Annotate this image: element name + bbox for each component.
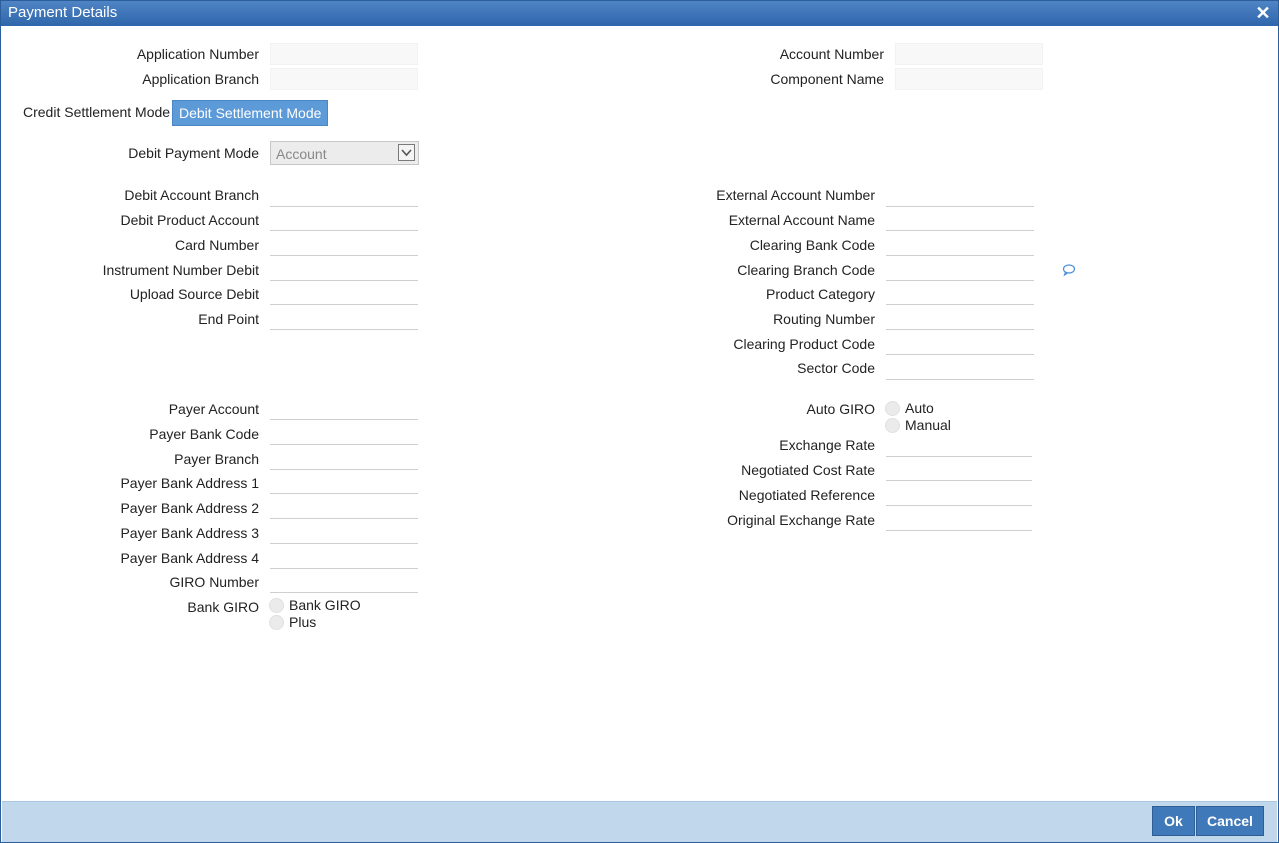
debit-payment-mode-label: Debit Payment Mode <box>128 145 259 161</box>
giro-number-label: GIRO Number <box>169 574 259 590</box>
instrument-number-debit-label: Instrument Number Debit <box>102 262 259 278</box>
debit-payment-mode-value: Account <box>276 146 327 162</box>
payer-bank-code-input[interactable] <box>270 422 418 445</box>
payer-bank-address-3-label: Payer Bank Address 3 <box>120 525 259 541</box>
routing-number-label: Routing Number <box>773 311 875 327</box>
debit-product-account-label: Debit Product Account <box>120 212 259 228</box>
upload-source-debit-input[interactable] <box>270 282 418 305</box>
payer-bank-address-4-label: Payer Bank Address 4 <box>120 550 259 566</box>
negotiated-reference-label: Negotiated Reference <box>738 487 875 503</box>
exchange-rate-label: Exchange Rate <box>779 437 875 453</box>
clearing-product-code-input[interactable] <box>886 332 1034 355</box>
debit-account-branch-input[interactable] <box>270 184 418 207</box>
clearing-bank-code-input[interactable] <box>886 233 1034 256</box>
clearing-branch-code-input[interactable] <box>886 258 1034 281</box>
negotiated-cost-rate-label: Negotiated Cost Rate <box>741 462 875 478</box>
clearing-bank-code-label: Clearing Bank Code <box>749 237 875 253</box>
sector-code-input[interactable] <box>886 357 1034 380</box>
instrument-number-debit-input[interactable] <box>270 258 418 281</box>
title-bar: Payment Details ✕ <box>1 1 1278 26</box>
clearing-product-code-label: Clearing Product Code <box>733 336 875 352</box>
external-account-number-label: External Account Number <box>716 187 875 203</box>
bank-giro-radio[interactable] <box>269 598 284 613</box>
payment-details-window: Payment Details ✕ <box>0 0 1279 843</box>
negotiated-cost-rate-input[interactable] <box>886 458 1032 481</box>
exchange-rate-input[interactable] <box>886 434 1032 457</box>
end-point-label: End Point <box>198 311 259 327</box>
end-point-input[interactable] <box>270 307 418 330</box>
product-category-input[interactable] <box>886 282 1034 305</box>
debit-product-account-input[interactable] <box>270 208 418 231</box>
cancel-button[interactable]: Cancel <box>1196 806 1264 836</box>
original-exchange-rate-input[interactable] <box>886 508 1032 531</box>
payer-bank-code-label: Payer Bank Code <box>149 426 259 442</box>
application-number-field[interactable] <box>270 43 418 65</box>
ok-button[interactable]: Ok <box>1152 806 1195 836</box>
manual-option-label: Manual <box>905 417 951 433</box>
routing-number-input[interactable] <box>886 307 1034 330</box>
payer-account-input[interactable] <box>270 397 418 420</box>
original-exchange-rate-label: Original Exchange Rate <box>727 512 875 528</box>
close-icon[interactable]: ✕ <box>1254 3 1272 23</box>
giro-number-input[interactable] <box>270 570 418 593</box>
tab-debit-settlement-mode[interactable]: Debit Settlement Mode <box>172 100 329 126</box>
plus-option-label: Plus <box>289 614 317 630</box>
payer-branch-input[interactable] <box>270 447 418 470</box>
chevron-down-icon[interactable] <box>398 144 415 161</box>
external-account-name-input[interactable] <box>886 208 1034 231</box>
debit-account-branch-label: Debit Account Branch <box>124 187 259 203</box>
application-branch-label: Application Branch <box>142 71 259 87</box>
application-branch-field[interactable] <box>270 68 418 90</box>
card-number-label: Card Number <box>174 237 259 253</box>
payer-bank-address-1-input[interactable] <box>270 471 418 494</box>
payer-bank-address-2-input[interactable] <box>270 496 418 519</box>
upload-source-debit-label: Upload Source Debit <box>129 286 259 302</box>
account-number-field[interactable] <box>895 43 1043 65</box>
card-number-input[interactable] <box>270 233 418 256</box>
auto-radio[interactable] <box>885 401 900 416</box>
component-name-label: Component Name <box>770 71 884 87</box>
tab-credit-settlement-mode[interactable]: Credit Settlement Mode <box>17 100 176 124</box>
external-account-name-label: External Account Name <box>728 212 875 228</box>
bank-giro-option-label: Bank GIRO <box>289 597 361 613</box>
auto-option-label: Auto <box>905 400 934 416</box>
footer-bar <box>2 801 1277 842</box>
external-account-number-input[interactable] <box>886 184 1034 207</box>
application-number-label: Application Number <box>136 46 259 62</box>
manual-radio[interactable] <box>885 418 900 433</box>
account-number-label: Account Number <box>779 46 884 62</box>
plus-radio[interactable] <box>269 615 284 630</box>
clearing-branch-code-label: Clearing Branch Code <box>737 262 875 278</box>
payer-bank-address-1-label: Payer Bank Address 1 <box>120 475 259 491</box>
bank-giro-label: Bank GIRO <box>187 599 259 615</box>
sector-code-label: Sector Code <box>797 360 875 376</box>
negotiated-reference-input[interactable] <box>886 483 1032 506</box>
payer-bank-address-4-input[interactable] <box>270 546 418 569</box>
speech-bubble-icon[interactable] <box>1062 263 1076 277</box>
payer-branch-label: Payer Branch <box>174 451 259 467</box>
auto-giro-label: Auto GIRO <box>806 401 875 417</box>
debit-payment-mode-select[interactable]: Account <box>270 141 419 165</box>
window-title: Payment Details <box>8 4 118 21</box>
product-category-label: Product Category <box>766 286 875 302</box>
payer-bank-address-2-label: Payer Bank Address 2 <box>120 500 259 516</box>
component-name-field[interactable] <box>895 68 1043 90</box>
payer-bank-address-3-input[interactable] <box>270 521 418 544</box>
payer-account-label: Payer Account <box>168 401 259 417</box>
